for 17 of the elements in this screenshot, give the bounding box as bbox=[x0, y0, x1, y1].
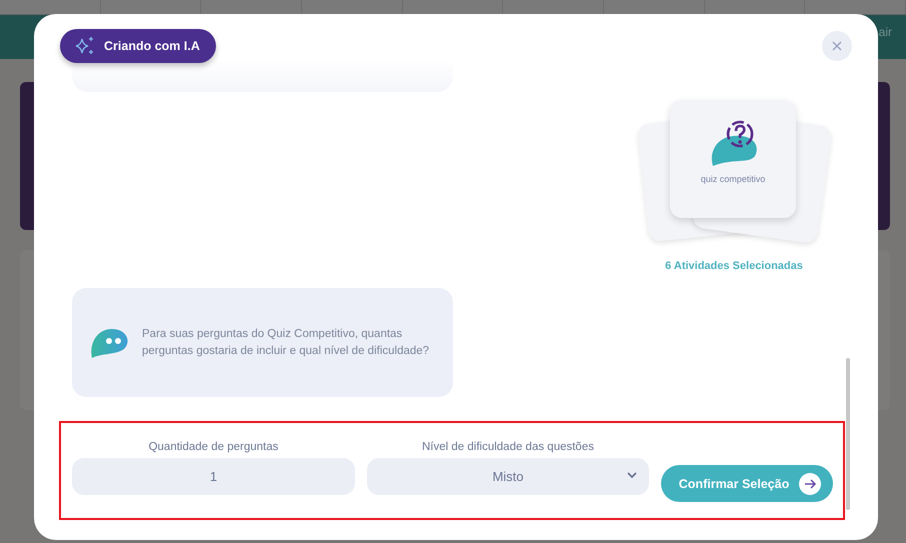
ai-badge: Criando com I.A bbox=[60, 29, 216, 63]
quantity-field[interactable]: 1 bbox=[72, 458, 355, 495]
field-label: Nível de dificuldade das questões bbox=[422, 441, 594, 453]
confirm-button[interactable]: Confirmar Seleção bbox=[661, 465, 833, 502]
logout-link[interactable]: air bbox=[878, 25, 892, 39]
chevron-down-icon bbox=[627, 472, 637, 479]
sparkle-icon bbox=[74, 36, 96, 56]
close-icon bbox=[832, 41, 842, 51]
selected-count: 6 Atividades Selecionadas bbox=[665, 260, 803, 272]
arrow-right-icon bbox=[799, 472, 822, 494]
difficulty-dropdown[interactable]: Misto bbox=[367, 458, 649, 495]
close-button[interactable] bbox=[822, 31, 852, 61]
field-label: Quantidade de perguntas bbox=[148, 441, 278, 453]
activity-label: quiz competitivo bbox=[700, 174, 766, 184]
chat-bubble-icon bbox=[90, 326, 130, 358]
activity-card[interactable]: quiz competitivo bbox=[670, 100, 796, 218]
bot-message: Para suas perguntas do Quiz Competitivo, quantas perguntas gostaria de incluir e qual nível de dificuldade? bbox=[142, 326, 430, 358]
